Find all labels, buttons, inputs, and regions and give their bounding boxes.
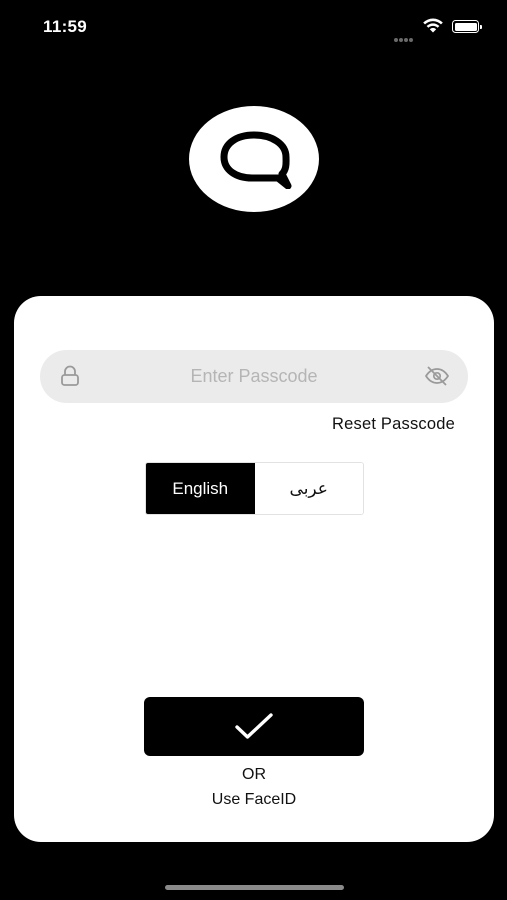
language-toggle: English عربى	[145, 462, 364, 515]
app-logo	[189, 106, 319, 212]
wifi-icon	[423, 18, 443, 33]
battery-icon	[452, 20, 482, 33]
signal-icon	[394, 29, 416, 42]
language-option-english[interactable]: English	[146, 463, 255, 514]
passcode-input[interactable]	[100, 350, 408, 403]
language-option-arabic[interactable]: عربى	[254, 463, 363, 514]
q-logo-icon	[220, 131, 292, 189]
lock-icon	[61, 365, 79, 386]
status-time: 11:59	[43, 17, 88, 36]
or-label: OR	[242, 766, 266, 783]
login-card: Reset Passcode English عربى OR Use FaceI…	[14, 296, 494, 842]
passcode-field[interactable]	[40, 350, 468, 403]
battery-level	[454, 22, 477, 31]
submit-button[interactable]	[144, 697, 364, 756]
checkmark-icon	[235, 712, 273, 739]
reset-passcode-link[interactable]: Reset Passcode	[332, 415, 455, 434]
use-faceid-link[interactable]: Use FaceID	[14, 791, 494, 809]
eye-off-icon[interactable]	[424, 364, 450, 388]
home-indicator[interactable]	[165, 885, 344, 890]
status-bar: 11:59	[0, 0, 507, 54]
